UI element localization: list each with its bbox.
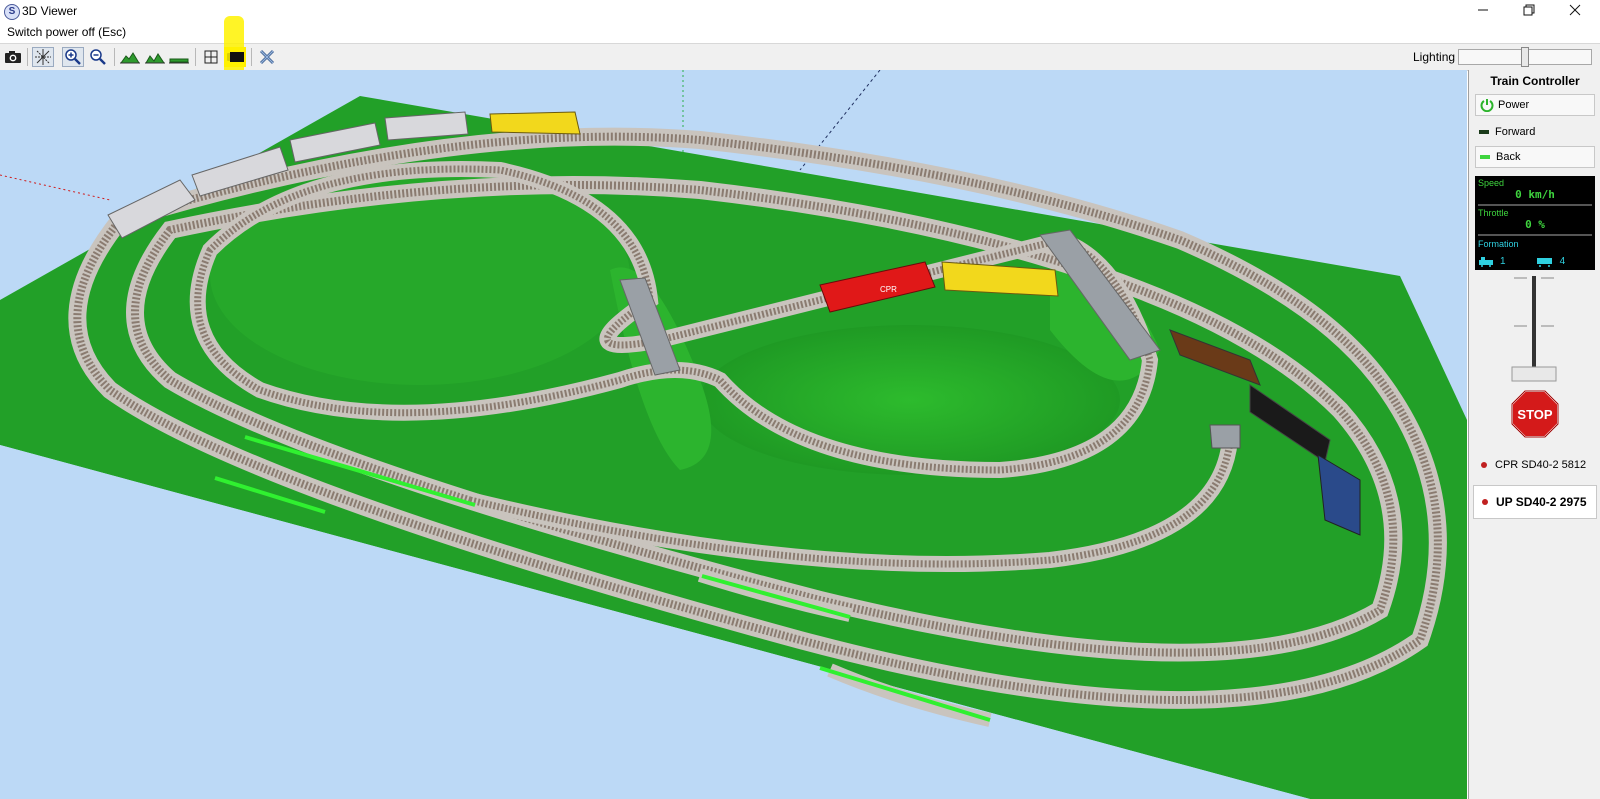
minimize-button[interactable] bbox=[1460, 0, 1506, 22]
loco-item-up[interactable]: UP SD40-2 2975 bbox=[1473, 485, 1597, 519]
lighting-slider-thumb[interactable] bbox=[1521, 47, 1529, 67]
wagon-icon bbox=[1536, 257, 1552, 267]
forward-indicator-icon bbox=[1479, 130, 1489, 134]
flat-icon bbox=[169, 58, 189, 64]
zoom-in-icon bbox=[65, 49, 81, 65]
formation-label: Formation bbox=[1478, 239, 1519, 249]
speed-bar bbox=[1478, 204, 1592, 206]
toolbar-separator bbox=[27, 48, 28, 66]
formation-locos: 1 bbox=[1500, 256, 1506, 267]
throttle-label: Throttle bbox=[1478, 208, 1509, 218]
camera-icon bbox=[5, 51, 21, 63]
loco-status-icon bbox=[1481, 462, 1487, 468]
grid-icon bbox=[204, 50, 218, 64]
toolbar-separator bbox=[251, 48, 252, 66]
back-label: Back bbox=[1496, 151, 1521, 163]
back-indicator-icon bbox=[1480, 155, 1490, 159]
train-controller-panel: Train Controller Power Forward Back Spee… bbox=[1468, 70, 1600, 799]
3d-viewport[interactable]: CPR bbox=[0, 70, 1467, 799]
loco-status-icon bbox=[1482, 499, 1488, 505]
loco-name: CPR SD40-2 5812 bbox=[1495, 459, 1587, 471]
formation-cars: 4 bbox=[1559, 256, 1566, 267]
highlight-camera-glyph bbox=[230, 52, 244, 62]
grid-button[interactable] bbox=[200, 47, 222, 67]
lighting-slider[interactable] bbox=[1458, 47, 1592, 67]
zoom-out-button[interactable] bbox=[87, 47, 109, 67]
power-icon bbox=[1480, 99, 1494, 112]
up-locomotive bbox=[489, 111, 581, 135]
back-button[interactable]: Back bbox=[1475, 146, 1595, 168]
cross-icon bbox=[259, 49, 275, 65]
throttle-slider[interactable] bbox=[1509, 276, 1559, 386]
speed-readout: Speed 0 km/h Throttle 0 % Formation 1 4 bbox=[1475, 176, 1595, 270]
close-view-button[interactable] bbox=[256, 47, 278, 67]
formation-summary: 1 4 bbox=[1478, 256, 1565, 267]
stop-sign-icon: STOP bbox=[1511, 390, 1559, 438]
toolbar-separator bbox=[114, 48, 115, 66]
stop-button[interactable]: STOP bbox=[1511, 390, 1559, 441]
minimize-icon bbox=[1478, 9, 1488, 11]
throttle-slider-graphic bbox=[1511, 276, 1557, 382]
loco-item-cpr[interactable]: CPR SD40-2 5812 bbox=[1473, 454, 1597, 476]
locomotive-icon bbox=[1479, 256, 1493, 267]
flat-terrain-button[interactable] bbox=[168, 47, 190, 67]
lighting-label: Lighting bbox=[1413, 50, 1456, 64]
close-button[interactable] bbox=[1552, 0, 1598, 22]
status-text: Switch power off (Esc) bbox=[7, 25, 127, 39]
throttle-value: 0 % bbox=[1525, 218, 1545, 231]
zoom-out-icon bbox=[90, 49, 106, 65]
loco-name: UP SD40-2 2975 bbox=[1496, 495, 1587, 509]
forward-label: Forward bbox=[1495, 126, 1536, 138]
toolbar-separator bbox=[195, 48, 196, 66]
mountains-icon bbox=[145, 53, 165, 64]
axes-button[interactable] bbox=[32, 47, 54, 67]
restore-icon bbox=[1523, 4, 1535, 16]
screenshot-button[interactable] bbox=[2, 47, 24, 67]
app-icon: S bbox=[4, 4, 20, 20]
stop-label: STOP bbox=[1517, 407, 1552, 422]
mountains-button[interactable] bbox=[144, 47, 166, 67]
throttle-bar bbox=[1478, 234, 1592, 236]
zoom-in-button[interactable] bbox=[62, 47, 84, 67]
speed-value: 0 km/h bbox=[1515, 188, 1555, 201]
forward-button[interactable]: Forward bbox=[1475, 121, 1595, 143]
speed-label: Speed bbox=[1478, 178, 1505, 188]
cpr-logo-text: CPR bbox=[880, 285, 897, 294]
panel-title: Train Controller bbox=[1490, 74, 1580, 88]
throttle-slider-thumb[interactable] bbox=[1511, 366, 1557, 382]
layout-scene[interactable]: CPR bbox=[0, 70, 1467, 799]
power-label: Power bbox=[1498, 99, 1530, 111]
terrain-button[interactable] bbox=[119, 47, 141, 67]
restore-button[interactable] bbox=[1506, 0, 1552, 22]
close-icon bbox=[1569, 4, 1581, 16]
terrain-icon bbox=[120, 52, 140, 64]
power-button[interactable]: Power bbox=[1475, 94, 1595, 116]
axes-icon bbox=[35, 49, 51, 65]
window-title: 3D Viewer bbox=[22, 4, 78, 18]
